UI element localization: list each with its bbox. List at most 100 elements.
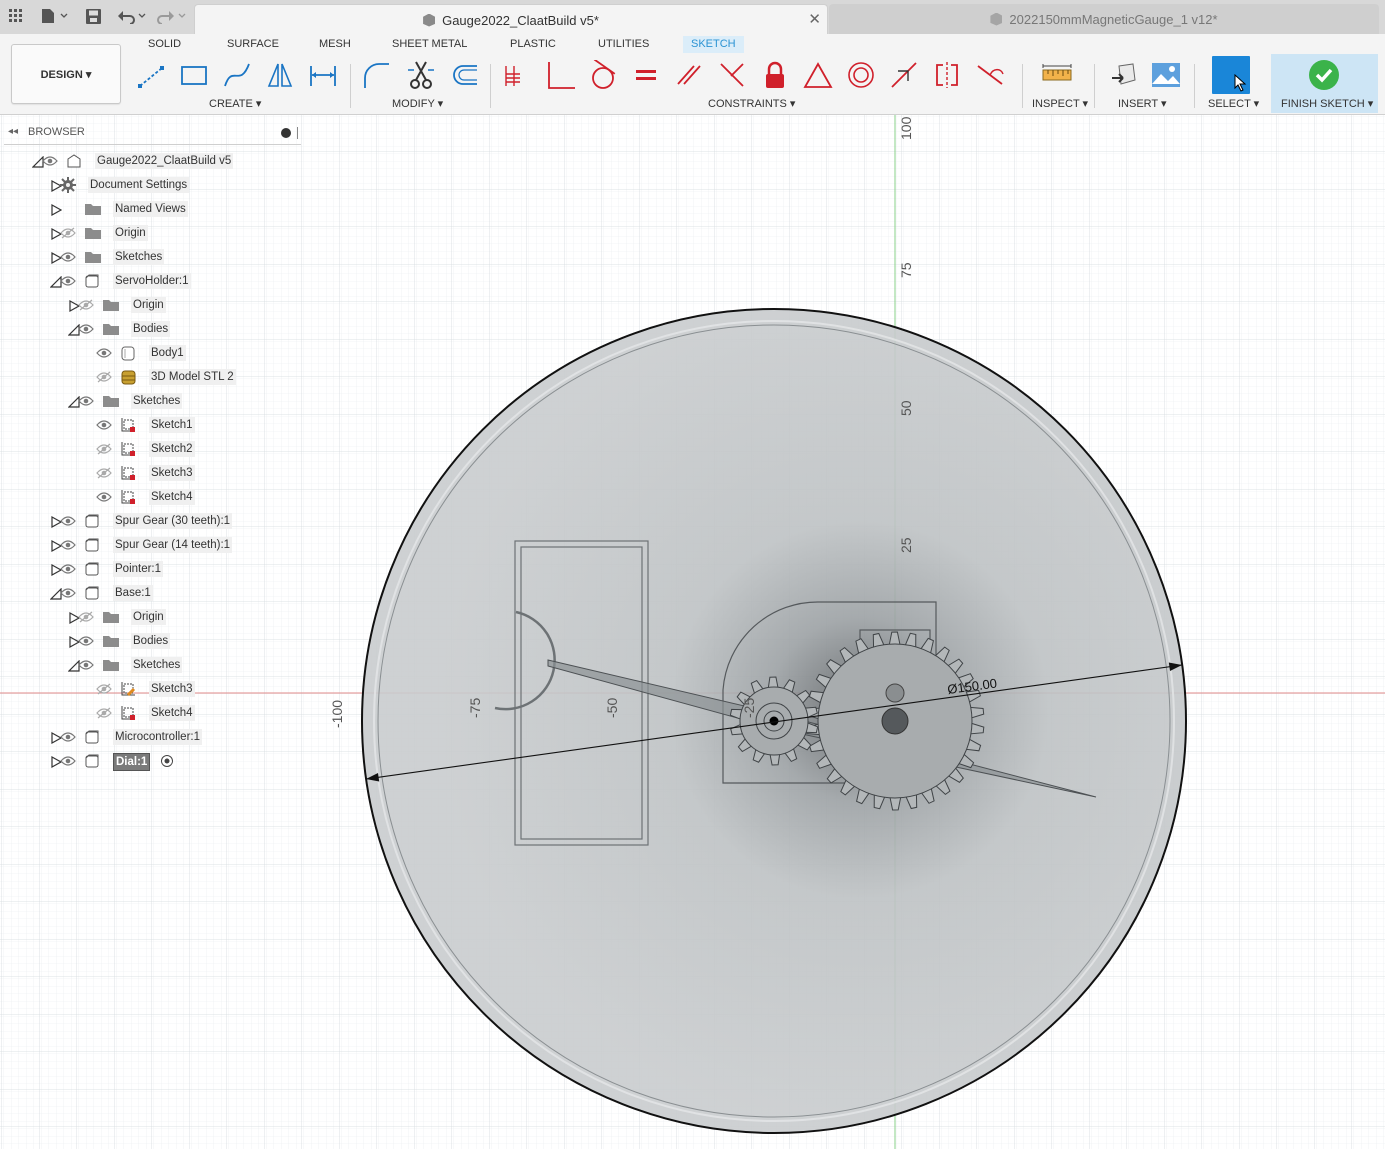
browser-item[interactable]: Document Settings: [0, 174, 300, 196]
insert-canvas-image-icon[interactable]: [1149, 58, 1183, 92]
browser-item[interactable]: Origin: [0, 222, 300, 244]
collinear-constraint-icon[interactable]: [715, 58, 749, 92]
eye-icon[interactable]: [78, 395, 94, 407]
browser-item[interactable]: Dial:1: [0, 750, 300, 772]
tab-solid[interactable]: SOLID: [140, 36, 189, 53]
eye-icon[interactable]: [78, 659, 94, 671]
redo-icon[interactable]: [156, 7, 188, 25]
tab-inactive-document[interactable]: 2022150mmMagneticGauge_1 v12*: [829, 4, 1379, 34]
tab-utilities[interactable]: UTILITIES: [590, 36, 657, 53]
file-menu-icon[interactable]: [40, 7, 70, 25]
eye-icon[interactable]: [78, 635, 94, 647]
browser-item[interactable]: Pointer:1: [0, 558, 300, 580]
eye-icon[interactable]: [60, 251, 76, 263]
symmetry-constraint-icon[interactable]: [930, 58, 964, 92]
eye-hidden-icon[interactable]: [96, 371, 112, 383]
browser-item[interactable]: Sketch4: [0, 702, 300, 724]
eye-icon[interactable]: [60, 563, 76, 575]
eye-icon[interactable]: [60, 755, 76, 767]
perpendicular-constraint-icon[interactable]: [543, 58, 577, 92]
modify-group-label[interactable]: MODIFY ▾: [392, 97, 443, 110]
tab-sketch[interactable]: SKETCH: [683, 36, 744, 53]
browser-item[interactable]: Microcontroller:1: [0, 726, 300, 748]
tab-mesh[interactable]: MESH: [311, 36, 359, 53]
browser-item[interactable]: Sketch4: [0, 486, 300, 508]
create-group-label[interactable]: CREATE ▾: [209, 97, 261, 110]
fillet-tool-icon[interactable]: [359, 58, 393, 92]
tab-surface[interactable]: SURFACE: [219, 36, 287, 53]
browser-item[interactable]: Sketch3: [0, 678, 300, 700]
eye-icon[interactable]: [60, 731, 76, 743]
insert-group-label[interactable]: INSERT ▾: [1118, 97, 1167, 110]
browser-item[interactable]: Body1: [0, 342, 300, 364]
select-group-label[interactable]: SELECT ▾: [1208, 97, 1259, 110]
panel-resize-handle[interactable]: [297, 127, 298, 139]
select-tool-button[interactable]: [1212, 56, 1250, 94]
browser-item[interactable]: Base:1: [0, 582, 300, 604]
eye-hidden-icon[interactable]: [96, 707, 112, 719]
eye-icon[interactable]: [96, 491, 112, 503]
tab-plastic[interactable]: PLASTIC: [502, 36, 564, 53]
curvature-constraint-icon[interactable]: [973, 58, 1007, 92]
browser-item[interactable]: Origin: [0, 294, 300, 316]
browser-item[interactable]: Origin: [0, 606, 300, 628]
equal-constraint-icon[interactable]: [629, 58, 663, 92]
eye-hidden-icon[interactable]: [96, 683, 112, 695]
eye-hidden-icon[interactable]: [78, 611, 94, 623]
triangle-constraint-icon[interactable]: [801, 58, 835, 92]
collapse-panel-icon[interactable]: ◂◂: [8, 126, 18, 137]
eye-hidden-icon[interactable]: [78, 299, 94, 311]
inspect-group-label[interactable]: INSPECT ▾: [1032, 97, 1088, 110]
eye-hidden-icon[interactable]: [96, 467, 112, 479]
browser-item[interactable]: Gauge2022_ClaatBuild v5: [0, 150, 300, 172]
line-tool-icon[interactable]: [134, 58, 168, 92]
eye-icon[interactable]: [60, 515, 76, 527]
eye-icon[interactable]: [60, 275, 76, 287]
rectangle-tool-icon[interactable]: [177, 58, 211, 92]
browser-item[interactable]: ServoHolder:1: [0, 270, 300, 292]
browser-item[interactable]: Sketches: [0, 390, 300, 412]
midpoint-constraint-icon[interactable]: [887, 58, 921, 92]
undo-icon[interactable]: [116, 7, 148, 25]
trim-scissors-icon[interactable]: [404, 58, 438, 92]
apps-grid-icon[interactable]: [8, 7, 24, 25]
tangent-constraint-icon[interactable]: [586, 58, 620, 92]
browser-item[interactable]: Named Views: [0, 198, 300, 220]
offset-tool-icon[interactable]: [447, 58, 481, 92]
save-icon[interactable]: [84, 7, 102, 25]
close-tab-icon[interactable]: ✕: [808, 10, 821, 28]
coincident-constraint-icon[interactable]: [500, 58, 534, 92]
eye-icon[interactable]: [42, 155, 58, 167]
constraints-group-label[interactable]: CONSTRAINTS ▾: [708, 97, 795, 110]
eye-icon[interactable]: [96, 347, 112, 359]
eye-icon[interactable]: [60, 539, 76, 551]
fix-lock-icon[interactable]: [758, 58, 792, 92]
browser-item[interactable]: Sketches: [0, 654, 300, 676]
activate-radio-icon[interactable]: [160, 754, 174, 771]
parallel-constraint-icon[interactable]: [672, 58, 706, 92]
spline-tool-icon[interactable]: [220, 58, 254, 92]
browser-item[interactable]: Bodies: [0, 318, 300, 340]
finish-sketch-button[interactable]: FINISH SKETCH ▾: [1271, 54, 1378, 113]
collapsed-triangle-icon[interactable]: [50, 203, 63, 219]
dimension-tool-icon[interactable]: [306, 58, 340, 92]
tab-sheet-metal[interactable]: SHEET METAL: [384, 36, 475, 53]
tab-active-document[interactable]: Gauge2022_ClaatBuild v5* ✕: [194, 4, 828, 35]
browser-item[interactable]: Sketch3: [0, 462, 300, 484]
workspace-switcher-button[interactable]: DESIGN ▾: [11, 44, 121, 104]
eye-icon[interactable]: [60, 587, 76, 599]
browser-item[interactable]: Spur Gear (14 teeth):1: [0, 534, 300, 556]
concentric-constraint-icon[interactable]: [844, 58, 878, 92]
browser-item[interactable]: Sketch1: [0, 414, 300, 436]
insert-derive-icon[interactable]: [1107, 58, 1141, 92]
eye-hidden-icon[interactable]: [96, 443, 112, 455]
browser-item[interactable]: 3D Model STL 2: [0, 366, 300, 388]
measure-ruler-icon[interactable]: [1040, 58, 1074, 92]
eye-icon[interactable]: [78, 323, 94, 335]
browser-item[interactable]: Sketches: [0, 246, 300, 268]
browser-options-icon[interactable]: [281, 128, 291, 138]
browser-item[interactable]: Spur Gear (30 teeth):1: [0, 510, 300, 532]
eye-hidden-icon[interactable]: [60, 227, 76, 239]
browser-item[interactable]: Bodies: [0, 630, 300, 652]
browser-item[interactable]: Sketch2: [0, 438, 300, 460]
